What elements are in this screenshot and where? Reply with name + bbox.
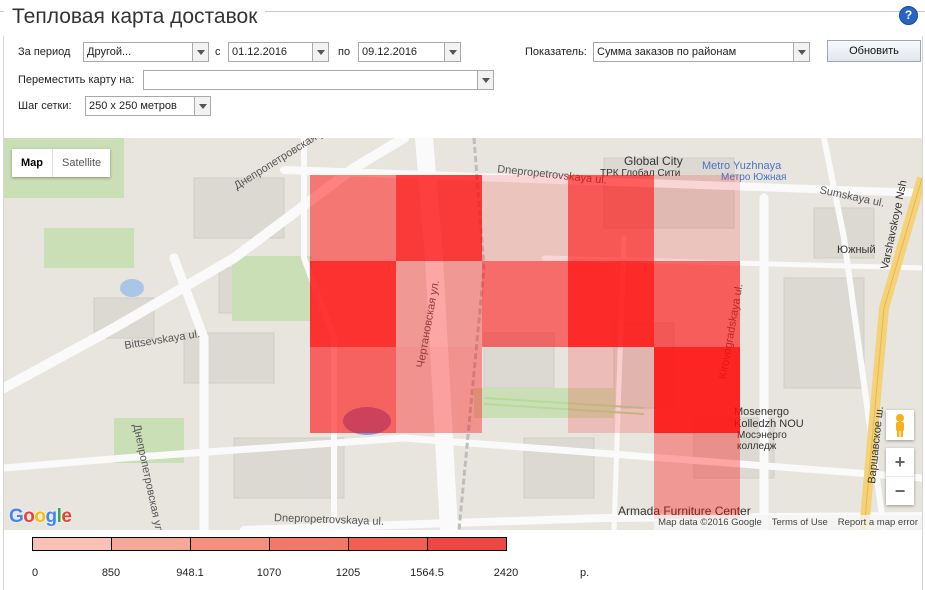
- heatmap-cell: [310, 261, 396, 347]
- from-date-value: 01.12.2016: [232, 46, 288, 58]
- help-icon[interactable]: ?: [899, 6, 918, 25]
- metric-select-value: Сумма заказов по районам: [597, 46, 737, 58]
- heatmap-cell: [310, 175, 396, 261]
- legend-tick-label: 1070: [256, 567, 282, 579]
- heatmap-cell: [654, 347, 740, 433]
- heatmap-cell: [654, 175, 740, 261]
- street-view-pegman-icon[interactable]: [886, 410, 914, 440]
- legend-tick-label: 1564.5: [410, 567, 444, 579]
- heatmap-cell: [396, 175, 482, 261]
- zoom-out-button[interactable]: −: [886, 477, 914, 505]
- report-error-link[interactable]: Report a map error: [838, 515, 918, 530]
- heatmap-cell: [654, 433, 740, 519]
- to-label: по: [338, 46, 351, 58]
- from-date-select[interactable]: 01.12.2016: [228, 42, 329, 62]
- metric-select[interactable]: Сумма заказов по районам: [593, 42, 810, 62]
- metro-label: Metro Yuzhnaya: [702, 160, 782, 172]
- pegman-icon: [896, 414, 904, 437]
- page-title: Тепловая карта доставок: [4, 4, 266, 30]
- heatmap-cell: [568, 261, 654, 347]
- map-type-map-button[interactable]: Map: [12, 149, 53, 177]
- heatmap-cell: [396, 261, 482, 347]
- legend-color-swatch: [112, 538, 191, 550]
- filter-panel: За период Другой... с 01.12.2016 по 09.1…: [3, 36, 923, 138]
- metric-label: Показатель:: [525, 46, 587, 58]
- legend-tick-label: 0: [32, 567, 39, 579]
- poi-label: Южный: [837, 244, 876, 256]
- to-date-value: 09.12.2016: [362, 46, 418, 58]
- legend-color-swatch: [191, 538, 270, 550]
- chevron-down-icon: [444, 43, 460, 61]
- heatmap-cell: [568, 175, 654, 261]
- chevron-down-icon: [793, 43, 809, 61]
- zoom-control: + −: [886, 448, 914, 505]
- title-bar: Тепловая карта доставок ?: [0, 0, 925, 36]
- chevron-down-icon: [194, 97, 210, 115]
- heatmap-cell: [482, 261, 568, 347]
- legend-color-scale: [32, 537, 507, 551]
- legend-color-swatch: [33, 538, 112, 550]
- google-logo: Google: [9, 506, 72, 527]
- legend-color-swatch: [270, 538, 349, 550]
- legend: 0 850 948.1 1070 1205 1564.5 2420 р.: [3, 530, 923, 590]
- legend-color-swatch: [349, 538, 428, 550]
- period-select[interactable]: Другой...: [83, 42, 209, 62]
- to-date-select[interactable]: 09.12.2016: [358, 42, 461, 62]
- terms-link[interactable]: Terms of Use: [772, 515, 828, 530]
- poi-label: Mosenergo Kolledzh NOU: [734, 406, 804, 430]
- map-type-control: Map Satellite: [12, 149, 111, 177]
- map-type-satellite-button[interactable]: Satellite: [53, 149, 110, 177]
- heatmap-cell: [568, 347, 654, 433]
- chevron-down-icon: [192, 43, 208, 61]
- heatmap-cell: [396, 347, 482, 433]
- legend-tick-label: 850: [101, 567, 121, 579]
- period-label: За период: [18, 46, 71, 58]
- legend-tick-label: 2420: [493, 567, 519, 579]
- grid-step-value: 250 x 250 метров: [89, 100, 177, 112]
- grid-step-select[interactable]: 250 x 250 метров: [85, 96, 211, 116]
- chevron-down-icon: [312, 43, 328, 61]
- legend-tick-label: 948.1: [176, 567, 204, 579]
- legend-unit: р.: [580, 567, 590, 579]
- update-button[interactable]: Обновить: [827, 40, 921, 62]
- poi-label: Global City: [624, 154, 683, 168]
- heatmap-cell: [482, 175, 568, 261]
- heatmap-cell: [654, 261, 740, 347]
- zoom-in-button[interactable]: +: [886, 448, 914, 477]
- heatmap-cell: [310, 347, 396, 433]
- map[interactable]: Днепропетровская ул. Bittsevskaya ul. Дн…: [3, 138, 923, 530]
- legend-tick-label: 1205: [335, 567, 361, 579]
- chevron-down-icon: [477, 71, 493, 89]
- grid-step-label: Шаг сетки:: [18, 100, 72, 112]
- move-map-label: Переместить карту на:: [18, 74, 135, 86]
- move-map-select[interactable]: [143, 70, 494, 90]
- map-data-credit: Map data ©2016 Google: [658, 517, 762, 528]
- from-label: с: [215, 46, 221, 58]
- period-select-value: Другой...: [87, 46, 132, 58]
- poi-label: Мосэнерго колледж: [737, 430, 787, 452]
- legend-color-swatch: [428, 538, 506, 550]
- map-attribution: Map data ©2016 Google Terms of Use Repor…: [654, 515, 922, 530]
